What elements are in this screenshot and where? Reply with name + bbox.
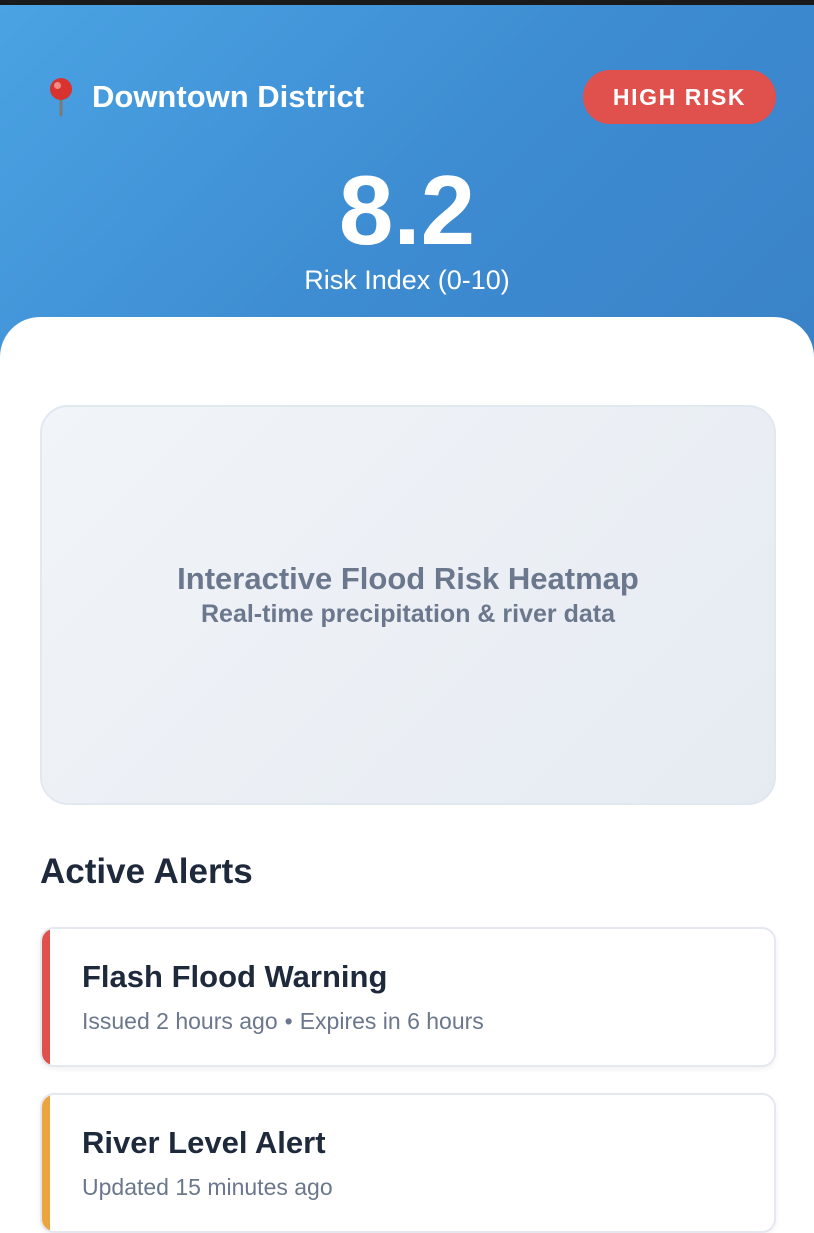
alert-meta: Updated 15 minutes ago bbox=[82, 1174, 333, 1201]
alert-card-flash-flood[interactable]: Flash Flood Warning Issued 2 hours ago • E… bbox=[40, 927, 776, 1067]
alert-updated-time: Updated 15 minutes ago bbox=[82, 1174, 333, 1200]
alert-meta: Issued 2 hours ago • Expires in 6 hours bbox=[82, 1008, 484, 1035]
alert-title: Flash Flood Warning bbox=[82, 959, 388, 994]
alert-expiry-time: Expires in 6 hours bbox=[299, 1008, 484, 1034]
flood-risk-heatmap[interactable]: Interactive Flood Risk Heatmap Real-time… bbox=[40, 405, 776, 805]
alert-title: River Level Alert bbox=[82, 1125, 326, 1160]
heatmap-title: Interactive Flood Risk Heatmap bbox=[177, 561, 639, 596]
active-alerts-heading: Active Alerts bbox=[40, 852, 253, 891]
risk-index-value: 8.2 bbox=[338, 155, 476, 265]
map-pin-icon bbox=[44, 75, 78, 119]
alert-severity-stripe bbox=[42, 1095, 50, 1231]
location-selector[interactable]: Downtown District bbox=[44, 75, 364, 119]
alert-severity-stripe bbox=[42, 929, 50, 1065]
risk-index-label: Risk Index (0-10) bbox=[304, 265, 510, 295]
location-name: Downtown District bbox=[92, 79, 365, 114]
meta-separator: • bbox=[284, 1008, 293, 1034]
risk-level-badge: HIGH RISK bbox=[583, 70, 776, 124]
heatmap-subtitle: Real-time precipitation & river data bbox=[200, 600, 615, 628]
alert-issued-time: Issued 2 hours ago bbox=[82, 1008, 278, 1034]
alert-card-river-level[interactable]: River Level Alert Updated 15 minutes ago bbox=[40, 1093, 776, 1233]
